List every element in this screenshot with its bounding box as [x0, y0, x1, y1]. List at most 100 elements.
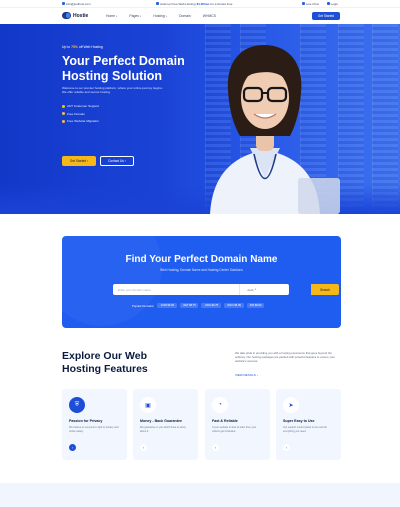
- next-section-band: [0, 483, 400, 507]
- login-label: Login: [330, 1, 338, 6]
- nav-item-label: Pages: [129, 14, 139, 18]
- shield-icon: ⛨: [69, 397, 85, 413]
- hero-description: Welcome to our premier hosting platform,…: [62, 86, 163, 95]
- promo-prefix: Avail up Free Web Hosting: [160, 1, 196, 6]
- live-chat-link[interactable]: Live Chat: [301, 1, 319, 6]
- arrow-right-icon[interactable]: ›: [69, 444, 76, 451]
- arrow-right-icon: ›: [87, 159, 89, 163]
- top-info-bar: info@justhost.com Avail up Free Web Host…: [0, 0, 400, 7]
- hero-feature-label: Free Website Migration: [67, 119, 99, 123]
- hero-feature-list: 24/7 Customer Support Free Domain Free W…: [62, 104, 99, 123]
- user-icon: [326, 2, 330, 5]
- domain-price-chip[interactable]: .INFO $6.99: [223, 303, 244, 309]
- nav-item-label: Hosting: [153, 14, 165, 18]
- arrow-right-icon[interactable]: ›: [283, 444, 290, 451]
- promo-price: $1.00/mo: [196, 1, 210, 6]
- view-details-link[interactable]: VIEW DETAILS ›: [235, 373, 258, 377]
- nav-item-label: Home: [106, 14, 116, 18]
- logo[interactable]: Hostie: [62, 12, 88, 19]
- promo-suffix: for a limited time: [210, 1, 233, 6]
- nav-item-label: WHMCS: [202, 14, 216, 18]
- nav-item-domain[interactable]: Domain: [179, 14, 191, 18]
- kicker-highlight: 75%: [71, 45, 78, 49]
- popular-domains: Popular Domains: .COM $5.99 .NET $8.75 .…: [132, 303, 265, 309]
- page: info@justhost.com Avail up Free Web Host…: [0, 0, 400, 507]
- get-started-label: Get Started: [69, 159, 87, 163]
- live-chat-label: Live Chat: [305, 1, 319, 6]
- arrow-right-icon[interactable]: ›: [212, 444, 219, 451]
- nav-item-home[interactable]: Home ▾: [106, 14, 117, 18]
- nav-item-pages[interactable]: Pages ▾: [129, 14, 141, 18]
- feature-card-easy[interactable]: ➤ Super Easy to Use Our support control …: [276, 389, 341, 460]
- wallet-icon: ▣: [140, 397, 156, 413]
- speedometer-icon: ◔: [212, 397, 228, 413]
- feature-card-title: Money - Back Guarantee: [140, 419, 182, 423]
- domain-price-chip[interactable]: .BIZ $8.99: [246, 303, 265, 309]
- topbar-actions: Live Chat Login: [301, 1, 338, 6]
- check-icon: [62, 119, 65, 123]
- domain-search-input[interactable]: [113, 284, 239, 295]
- arrow-right-icon: ›: [124, 159, 126, 163]
- feature-card-text: If your website is slow to load, then yo…: [212, 426, 257, 433]
- contact-us-button[interactable]: Contact Us ›: [100, 156, 134, 166]
- brand-name: Hostie: [73, 12, 89, 19]
- face-shape: [241, 67, 289, 129]
- chat-icon: [301, 2, 305, 5]
- get-started-nav-button[interactable]: Get Started: [312, 12, 340, 20]
- hero-feature-item: Free Domain: [62, 112, 99, 116]
- nav-item-whmcs[interactable]: WHMCS: [203, 14, 216, 18]
- view-details-label: VIEW DETAILS: [235, 373, 256, 377]
- feature-card-privacy[interactable]: ⛨ Passion for Privacy We believe in ever…: [62, 389, 127, 460]
- chevron-down-icon: ▾: [165, 14, 168, 18]
- cursor-icon: ➤: [283, 397, 299, 413]
- chevron-down-icon: ▾: [116, 14, 118, 18]
- email-link[interactable]: info@justhost.com: [62, 2, 91, 6]
- popular-domains-label: Popular Domains:: [132, 303, 155, 308]
- email-text: info@justhost.com: [66, 1, 91, 6]
- feature-card-title: Fast & Reliable: [212, 419, 238, 423]
- domain-search-card: Find Your Perfect Domain Name Web Hostin…: [62, 236, 341, 328]
- feature-card-text: We believe in everyone's right to privac…: [69, 426, 119, 433]
- check-icon: [62, 104, 65, 108]
- hero-feature-item: Free Website Migration: [62, 119, 99, 123]
- login-link[interactable]: Login: [326, 1, 338, 6]
- mail-icon: [62, 2, 65, 5]
- main-nav: Hostie Home ▾ Pages ▾ Hosting ▾ Domain WHMC…: [0, 7, 400, 24]
- kicker-suffix: off Web Hosting: [78, 45, 103, 49]
- tld-select[interactable]: .com ▾: [239, 284, 263, 295]
- feature-card-title: Super Easy to Use: [283, 419, 315, 423]
- domain-search-button[interactable]: Search: [311, 284, 339, 295]
- feature-card-title: Passion for Privacy: [69, 419, 103, 423]
- logo-icon: [62, 12, 71, 19]
- domain-search-form: .com ▾ Search: [113, 284, 339, 295]
- get-started-button[interactable]: Get Started ›: [62, 156, 96, 166]
- hero-feature-label: Free Domain: [67, 111, 85, 116]
- feature-card-text: We guarantee in you which have to worry …: [140, 426, 186, 433]
- laptop-shape: [298, 178, 340, 214]
- chevron-down-icon: ▾: [139, 14, 142, 18]
- kicker-prefix: Up to: [62, 45, 71, 49]
- arrow-right-icon[interactable]: ›: [140, 444, 147, 451]
- nav-menu: Home ▾ Pages ▾ Hosting ▾ Domain WHMCS: [106, 14, 216, 18]
- gift-icon: [156, 1, 159, 5]
- feature-card-fast[interactable]: ◔ Fast & Reliable If your website is slo…: [205, 389, 270, 460]
- hero-feature-item: 24/7 Customer Support: [62, 104, 99, 108]
- arrow-right-icon: ›: [256, 373, 258, 377]
- promo-banner: Avail up Free Web Hosting $1.00/mo for a…: [156, 1, 233, 6]
- features-heading: Explore Our Web Hosting Features: [62, 350, 148, 375]
- nav-item-hosting[interactable]: Hosting ▾: [153, 14, 167, 18]
- domain-price-chip[interactable]: .COM $5.99: [157, 303, 177, 309]
- features-description: We take pride in providing you with a ho…: [235, 351, 335, 364]
- hero-person-photo: [210, 44, 340, 214]
- domain-search-subtitle: Web Hosting, Domain Name and Hosting Cen…: [160, 268, 243, 272]
- tld-selected-value: .com: [246, 287, 254, 292]
- domain-price-chip[interactable]: .NET $8.75: [179, 303, 199, 309]
- chevron-down-icon: ▾: [254, 288, 257, 291]
- feature-card-guarantee[interactable]: ▣ Money - Back Guarantee We guarantee in…: [133, 389, 198, 460]
- domain-price-chip[interactable]: .ORG $9.75: [201, 303, 221, 309]
- check-icon: [62, 112, 65, 115]
- feature-card-text: Our support control panel is one tool fo…: [283, 426, 327, 433]
- hero-kicker: Up to 75% off Web Hosting: [62, 45, 103, 49]
- domain-search-title: Find Your Perfect Domain Name: [125, 254, 278, 265]
- nav-item-label: Domain: [179, 14, 191, 18]
